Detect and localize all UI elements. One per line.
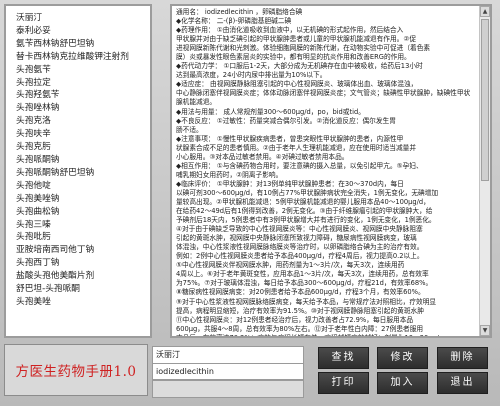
detail-line: 状腺素合成不足的患者慎用。②由于老年人生理机能减退，应在使用时适当减量并 xyxy=(176,143,417,152)
detail-line: 以碘可剂300～600μg/d，有10例占77%甲状腺肿病状完全消失，1例无变化… xyxy=(176,188,439,197)
detail-line: 例如：2例中心性视网膜炎患者给予本品400μg/d，疗程4周后，视力提高0.2以… xyxy=(176,252,424,261)
detail-line: ◆适应症： 由视网膜静脉阻塞引起的中心性视网膜炎、玻璃体出血、玻璃体混浊， xyxy=(176,80,418,89)
drug-name-field[interactable]: 沃丽汀 xyxy=(152,346,304,364)
detail-line: 为75%。⑦对于玻璃体混浊，每日给予本品300～600μg/d，疗程21d，有效… xyxy=(176,279,433,288)
search-button[interactable]: 查找 xyxy=(318,347,369,369)
delete-button[interactable]: 删除 xyxy=(437,347,488,369)
detail-line: ◆不良反应： ①过敏性：药量突减合偶尔引发。②消化道反应：偶尔发生胃 xyxy=(176,116,396,125)
drug-list-item[interactable]: 头孢羟氨苄 xyxy=(16,89,150,102)
detail-line: ④对于由于碘缺乏导致的中心性视网膜炎等：中心性视网膜炎、视网膜中央静脉阻塞 xyxy=(176,225,423,234)
detail-line: 肠不适。 xyxy=(176,125,203,134)
detail-line: 600μg，共服4～8周，总有效率为80%左右。⑫对于老年性白内障：27例患者服… xyxy=(176,324,424,333)
detail-scrollbar[interactable]: ▲ ▼ xyxy=(479,6,490,336)
detail-line: ⑧糖尿病性视网膜病变：对20例患者给予本品600μg/d，疗程3个月，有效率60… xyxy=(176,288,425,297)
detail-line: 进视网膜新陈代谢和光刺激。体验细胞网膜的新陈代谢，在动物实验中可促进（着色素 xyxy=(176,44,431,53)
add-button[interactable]: 加入 xyxy=(377,372,428,394)
scroll-down-arrow-icon[interactable]: ▼ xyxy=(480,325,490,336)
detail-line: ⑨对于中心性浆液性视网膜脉络膜病变，每天给予本品，与常规疗法对照相比，疗效明显 xyxy=(176,297,437,306)
drug-list-item[interactable]: 头孢他啶 xyxy=(16,180,150,193)
app-title: 方医生药物手册1.0 xyxy=(4,344,148,396)
drug-list-item[interactable]: 头孢美唑 xyxy=(16,296,150,309)
scroll-up-arrow-icon[interactable]: ▲ xyxy=(480,6,490,17)
exit-button[interactable]: 退出 xyxy=(437,372,488,394)
drug-list-item[interactable]: 替卡西林钠克拉维酸钾注射剂 xyxy=(16,51,150,64)
drug-list-item[interactable]: 头孢呋辛 xyxy=(16,128,150,141)
drug-list-item[interactable]: 头孢吡肟 xyxy=(16,231,150,244)
drug-list[interactable]: 沃丽汀 泰利必妥 氨苄西林钠舒巴坦钠 替卡西林钠克拉维酸钾注射剂 头孢氨苄 头孢拉定 头孢羟… xyxy=(4,4,152,338)
english-name-field[interactable]: iodizedlecithin xyxy=(152,364,304,380)
detail-line: 膜）炎或暴发性眼色素层炎的实验中，都有明显的抗炎作用和改善ERG的作用。 xyxy=(176,53,411,62)
detail-line: 腺机能减退。 xyxy=(176,98,217,107)
scrollbar-thumb[interactable] xyxy=(481,19,489,181)
detail-line: 予碘剂后18天内，5例患者中有3例甲状腺增大并有进行的变化，1例无变化，1例恶化… xyxy=(176,216,436,225)
detail-line: 中心静脉闭塞伴视网膜炎症；体体动脉闭塞伴视网膜炎症；文气管炎；缺碘性甲状腺肿，缺… xyxy=(176,89,471,98)
print-button[interactable]: 打印 xyxy=(318,372,369,394)
drug-list-item[interactable]: 盐酸头孢他美酯片剂 xyxy=(16,270,150,283)
detail-line: 提高，病程明显缩短，治疗有效率为91.5%。⑩对于视网膜静脉阻塞引起的黄斑水肿 xyxy=(176,306,424,315)
drug-list-item[interactable]: 舒巴坦-头孢哌酮 xyxy=(16,283,150,296)
drug-list-item[interactable]: 头孢氨苄 xyxy=(16,64,150,77)
detail-line: 量较高出现。②甲状腺机能减退：5例甲状腺机能减退的婴儿服用本品40～100μg/… xyxy=(176,197,430,206)
detail-line: ◆注意事项： ①慢性甲状腺疾病患者，曾患突眼性甲状腺肿的患者，内源性甲 xyxy=(176,134,404,143)
app-window: 沃丽汀 泰利必妥 氨苄西林钠舒巴坦钠 替卡西林钠克拉维酸钾注射剂 头孢氨苄 头孢拉定 头孢羟… xyxy=(0,0,500,406)
detail-line: ◆用法与用量： 成人常规剂量300～600μg/d，po，bid或tid。 xyxy=(176,107,365,116)
detail-line: 小心服用。③对本品过敏者禁用。④对碘过敏者禁用本品。 xyxy=(176,152,349,161)
detail-line: ◆临床评价： ①甲状腺肿：对13例单纯甲状腺肿患者：在30～370d内，每日 xyxy=(176,179,404,188)
input-panel-bottom xyxy=(152,380,304,398)
drug-list-item[interactable]: 头孢美唑钠 xyxy=(16,193,150,206)
detail-line: ◆药理作用： ①由消化道吸收到血液中，以无机碘的形式起作用，然后结合入 xyxy=(176,26,404,35)
drug-list-item[interactable]: 头孢三嗪 xyxy=(16,219,150,232)
drug-list-item[interactable]: 亚胺培南西司他丁钠 xyxy=(16,244,150,257)
drug-list-item[interactable]: 头孢哌酮钠 xyxy=(16,154,150,167)
detail-line: ◆相互作用： ①与含碘药物合用时，要注意碘的摄入总量，以免引起甲亢。⑤孕妇、 xyxy=(176,161,423,170)
detail-line: ⑤中心性视网膜炎伴视网膜水肿，用药剂量为1～3片/次，每天3次，连续用药 xyxy=(176,261,405,270)
detail-line: ⑪中心性视网膜炎：对12例患者经治疗后，视力改善者占72.9%，每日服用本品 xyxy=(176,315,414,324)
detail-line: 甲状腺并对由于缺乏碘引起的甲状腺肿患者或儿童的甲状腺机能减退有作用。②促 xyxy=(176,35,417,44)
drug-list-item[interactable]: 头孢哌酮钠舒巴坦钠 xyxy=(16,167,150,180)
detail-line: 在给药42～49d后有1例得到改善，2例无变化。③由于纤维腺瘤引起的甲状腺肿大，… xyxy=(176,207,433,216)
detail-line: 体混浊，中心性浆液性视网膜脉络膜炎等治疗时，以卵磷脂络合碘为主的治疗有效。 xyxy=(176,243,424,252)
drug-list-item[interactable]: 氨苄西林钠舒巴坦钠 xyxy=(16,38,150,51)
detail-line: 引起的黄斑水肿，视网膜中央静脉闭塞所致视力障碍，糖尿病性视网膜病变，玻璃 xyxy=(176,234,417,243)
detail-line: 4周以上。⑥对于老年黄斑变性，应用本品1～3片/次，每天3次，连续用药，总有效率 xyxy=(176,270,429,279)
detail-line: ◆化学名称： 二-(β)-卵磷脂基胆碱二碘 xyxy=(176,17,292,26)
drug-list-item[interactable]: 头孢克肟 xyxy=(16,141,150,154)
modify-button[interactable]: 修改 xyxy=(377,347,428,369)
drug-list-item[interactable]: 头孢唑林钠 xyxy=(16,102,150,115)
detail-line: ◆药代动力学： ①口服后1-2天，大部分成为无机碘存在血中被吸收，给药后13小时 xyxy=(176,62,423,71)
drug-list-items: 沃丽汀 泰利必妥 氨苄西林钠舒巴坦钠 替卡西林钠克拉维酸钾注射剂 头孢氨苄 头孢拉定 头孢羟… xyxy=(6,6,150,309)
detail-line: 哺乳期妇女用药时，②阴离子影响。 xyxy=(176,170,283,179)
drug-list-item[interactable]: 沃丽汀 xyxy=(16,12,150,25)
drug-list-item[interactable]: 头孢曲松钠 xyxy=(16,206,150,219)
detail-line: 达到最高浓度，24小时内尿中排出量为10%以下。 xyxy=(176,71,327,80)
drug-list-item[interactable]: 头孢克洛 xyxy=(16,115,150,128)
detail-line: 本品后，有效率达70.2%；疗效与病程长短有关，病程越短疗效越好；剂量为10～2… xyxy=(176,333,440,338)
drug-list-item[interactable]: 头孢西丁钠 xyxy=(16,257,150,270)
drug-detail-text: 通用名： iodizedlecithin ，卵磷脂络合碘 ◆化学名称： 二-(β… xyxy=(172,6,490,338)
detail-line: 通用名： iodizedlecithin ，卵磷脂络合碘 xyxy=(176,8,303,16)
drug-list-item[interactable]: 泰利必妥 xyxy=(16,25,150,38)
drug-list-item[interactable]: 头孢拉定 xyxy=(16,77,150,90)
drug-detail-panel[interactable]: 通用名： iodizedlecithin ，卵磷脂络合碘 ◆化学名称： 二-(β… xyxy=(170,4,492,338)
